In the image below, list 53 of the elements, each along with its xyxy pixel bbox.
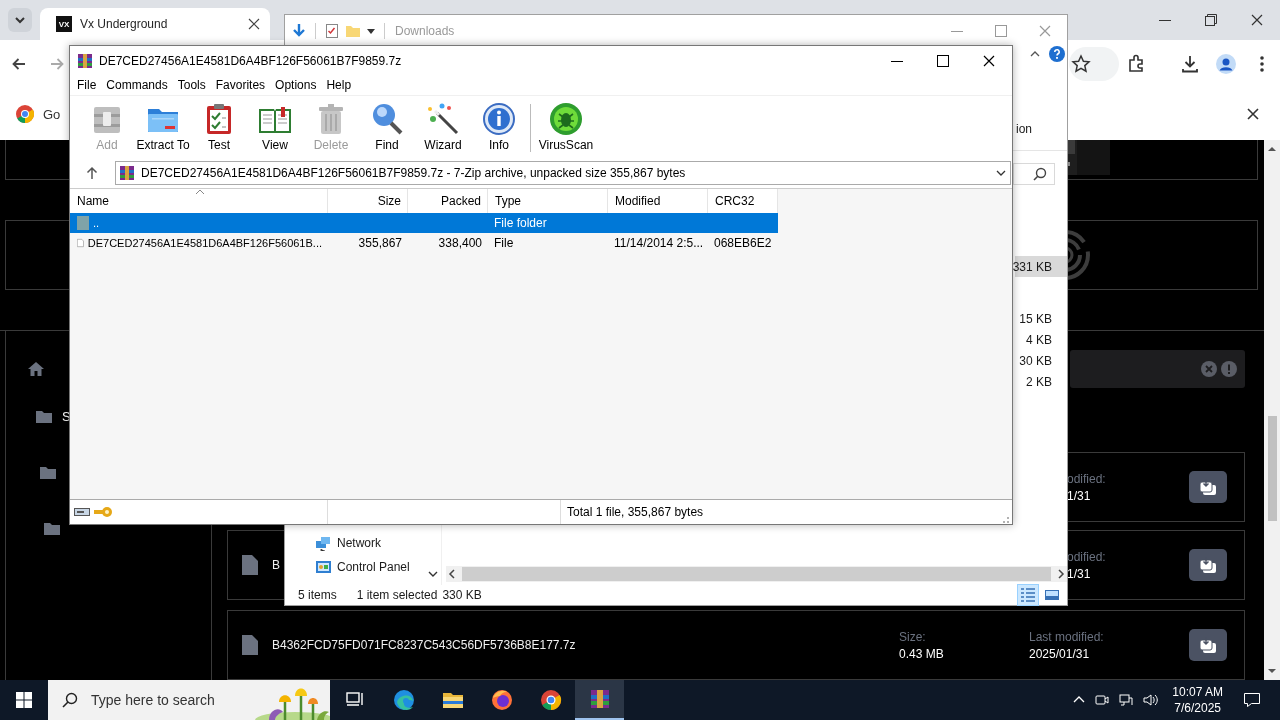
modified-label: Last modified: bbox=[1029, 629, 1105, 644]
browser-tab[interactable]: VX Vx Underground bbox=[40, 8, 270, 40]
menu-item[interactable]: File bbox=[72, 78, 102, 92]
file-row[interactable]: 30 KB bbox=[1015, 350, 1067, 371]
toolbar-button[interactable]: View bbox=[247, 96, 303, 158]
crc-cell-text: 068EB6E2 bbox=[713, 236, 773, 250]
menu-item[interactable]: Favorites bbox=[210, 78, 271, 92]
menu-item[interactable]: Tools bbox=[172, 78, 211, 92]
status-text: Total 1 file, 355,867 bytes bbox=[567, 505, 704, 519]
clock[interactable]: 10:07 AM 7/6/2025 bbox=[1172, 684, 1223, 716]
file-name[interactable]: B bbox=[272, 558, 280, 572]
toolbar-button[interactable]: Wizard bbox=[415, 96, 471, 158]
path-field[interactable]: DE7CED27456A1E4581D6A4BF126F56061B7F9859.7z - 7-Zip archive, unpacked size 355,867 bytes bbox=[115, 161, 1011, 185]
window-title: DE7CED27456A1E4581D6A4BF126F56061B7F9859.7z bbox=[99, 53, 402, 68]
modified-label: odified: bbox=[1067, 549, 1107, 564]
search-field[interactable]: Type here to search bbox=[48, 680, 330, 720]
file-row[interactable]: 4 KB bbox=[1015, 329, 1067, 350]
site-logo: VX bbox=[56, 16, 72, 32]
size-label: Size: bbox=[899, 629, 927, 644]
size-value: 0.43 MB bbox=[899, 646, 945, 661]
archive-row[interactable]: .. File folder bbox=[70, 213, 778, 233]
toolbar-button[interactable]: Info bbox=[471, 96, 527, 158]
type-cell-text: File bbox=[493, 236, 515, 250]
file-row[interactable]: 15 KB bbox=[1015, 308, 1067, 329]
modified-date: 2025/01/31 bbox=[1029, 646, 1091, 661]
toolbar-button[interactable]: Test bbox=[191, 96, 247, 158]
modified-label: odified: bbox=[1067, 471, 1107, 486]
file-row[interactable]: 331 KB bbox=[1015, 256, 1067, 277]
modified-cell-text: 11/14/2014 2:5... bbox=[613, 236, 705, 250]
type-cell-text: File folder bbox=[493, 216, 548, 230]
size-cell-text: 355,867 bbox=[357, 236, 403, 250]
selection-count: 1 item selected bbox=[356, 588, 438, 602]
window-title: Downloads bbox=[395, 23, 455, 38]
nav-item[interactable]: Network bbox=[315, 531, 425, 555]
file-row[interactable]: 2 KB bbox=[1015, 371, 1067, 392]
selection-size: 330 KB bbox=[442, 588, 482, 602]
ribbon-label[interactable]: ion bbox=[1016, 122, 1032, 136]
toolbar-button[interactable]: Find bbox=[359, 96, 415, 158]
toolbar-button[interactable]: Extract To bbox=[135, 96, 191, 158]
archive-row[interactable]: DE7CED27456A1E4581D6A4BF126F56061B... 355,867 338,400 File 11/14/2014 2:5... 068EB6E2 bbox=[70, 233, 778, 253]
menu-item[interactable]: Commands bbox=[101, 78, 173, 92]
nav-item[interactable]: Control Panel bbox=[315, 555, 425, 579]
item-count: 5 items bbox=[298, 588, 337, 602]
toolbar-button[interactable]: VirusScan bbox=[534, 96, 598, 158]
menu-item[interactable]: Options bbox=[270, 78, 322, 92]
packed-cell-text: 338,400 bbox=[437, 236, 483, 250]
modified-date: 1/31 bbox=[1067, 488, 1092, 503]
modified-date: 1/31 bbox=[1067, 566, 1092, 581]
infobar-text: Go bbox=[43, 106, 61, 122]
menu-item[interactable]: Help bbox=[321, 78, 357, 92]
file-name[interactable]: B4362FCD75FD071FC8237C543C56DF5736B8E177.7z bbox=[272, 638, 576, 652]
name-cell: .. bbox=[70, 216, 328, 230]
name-cell: DE7CED27456A1E4581D6A4BF126F56061B... bbox=[70, 236, 328, 250]
